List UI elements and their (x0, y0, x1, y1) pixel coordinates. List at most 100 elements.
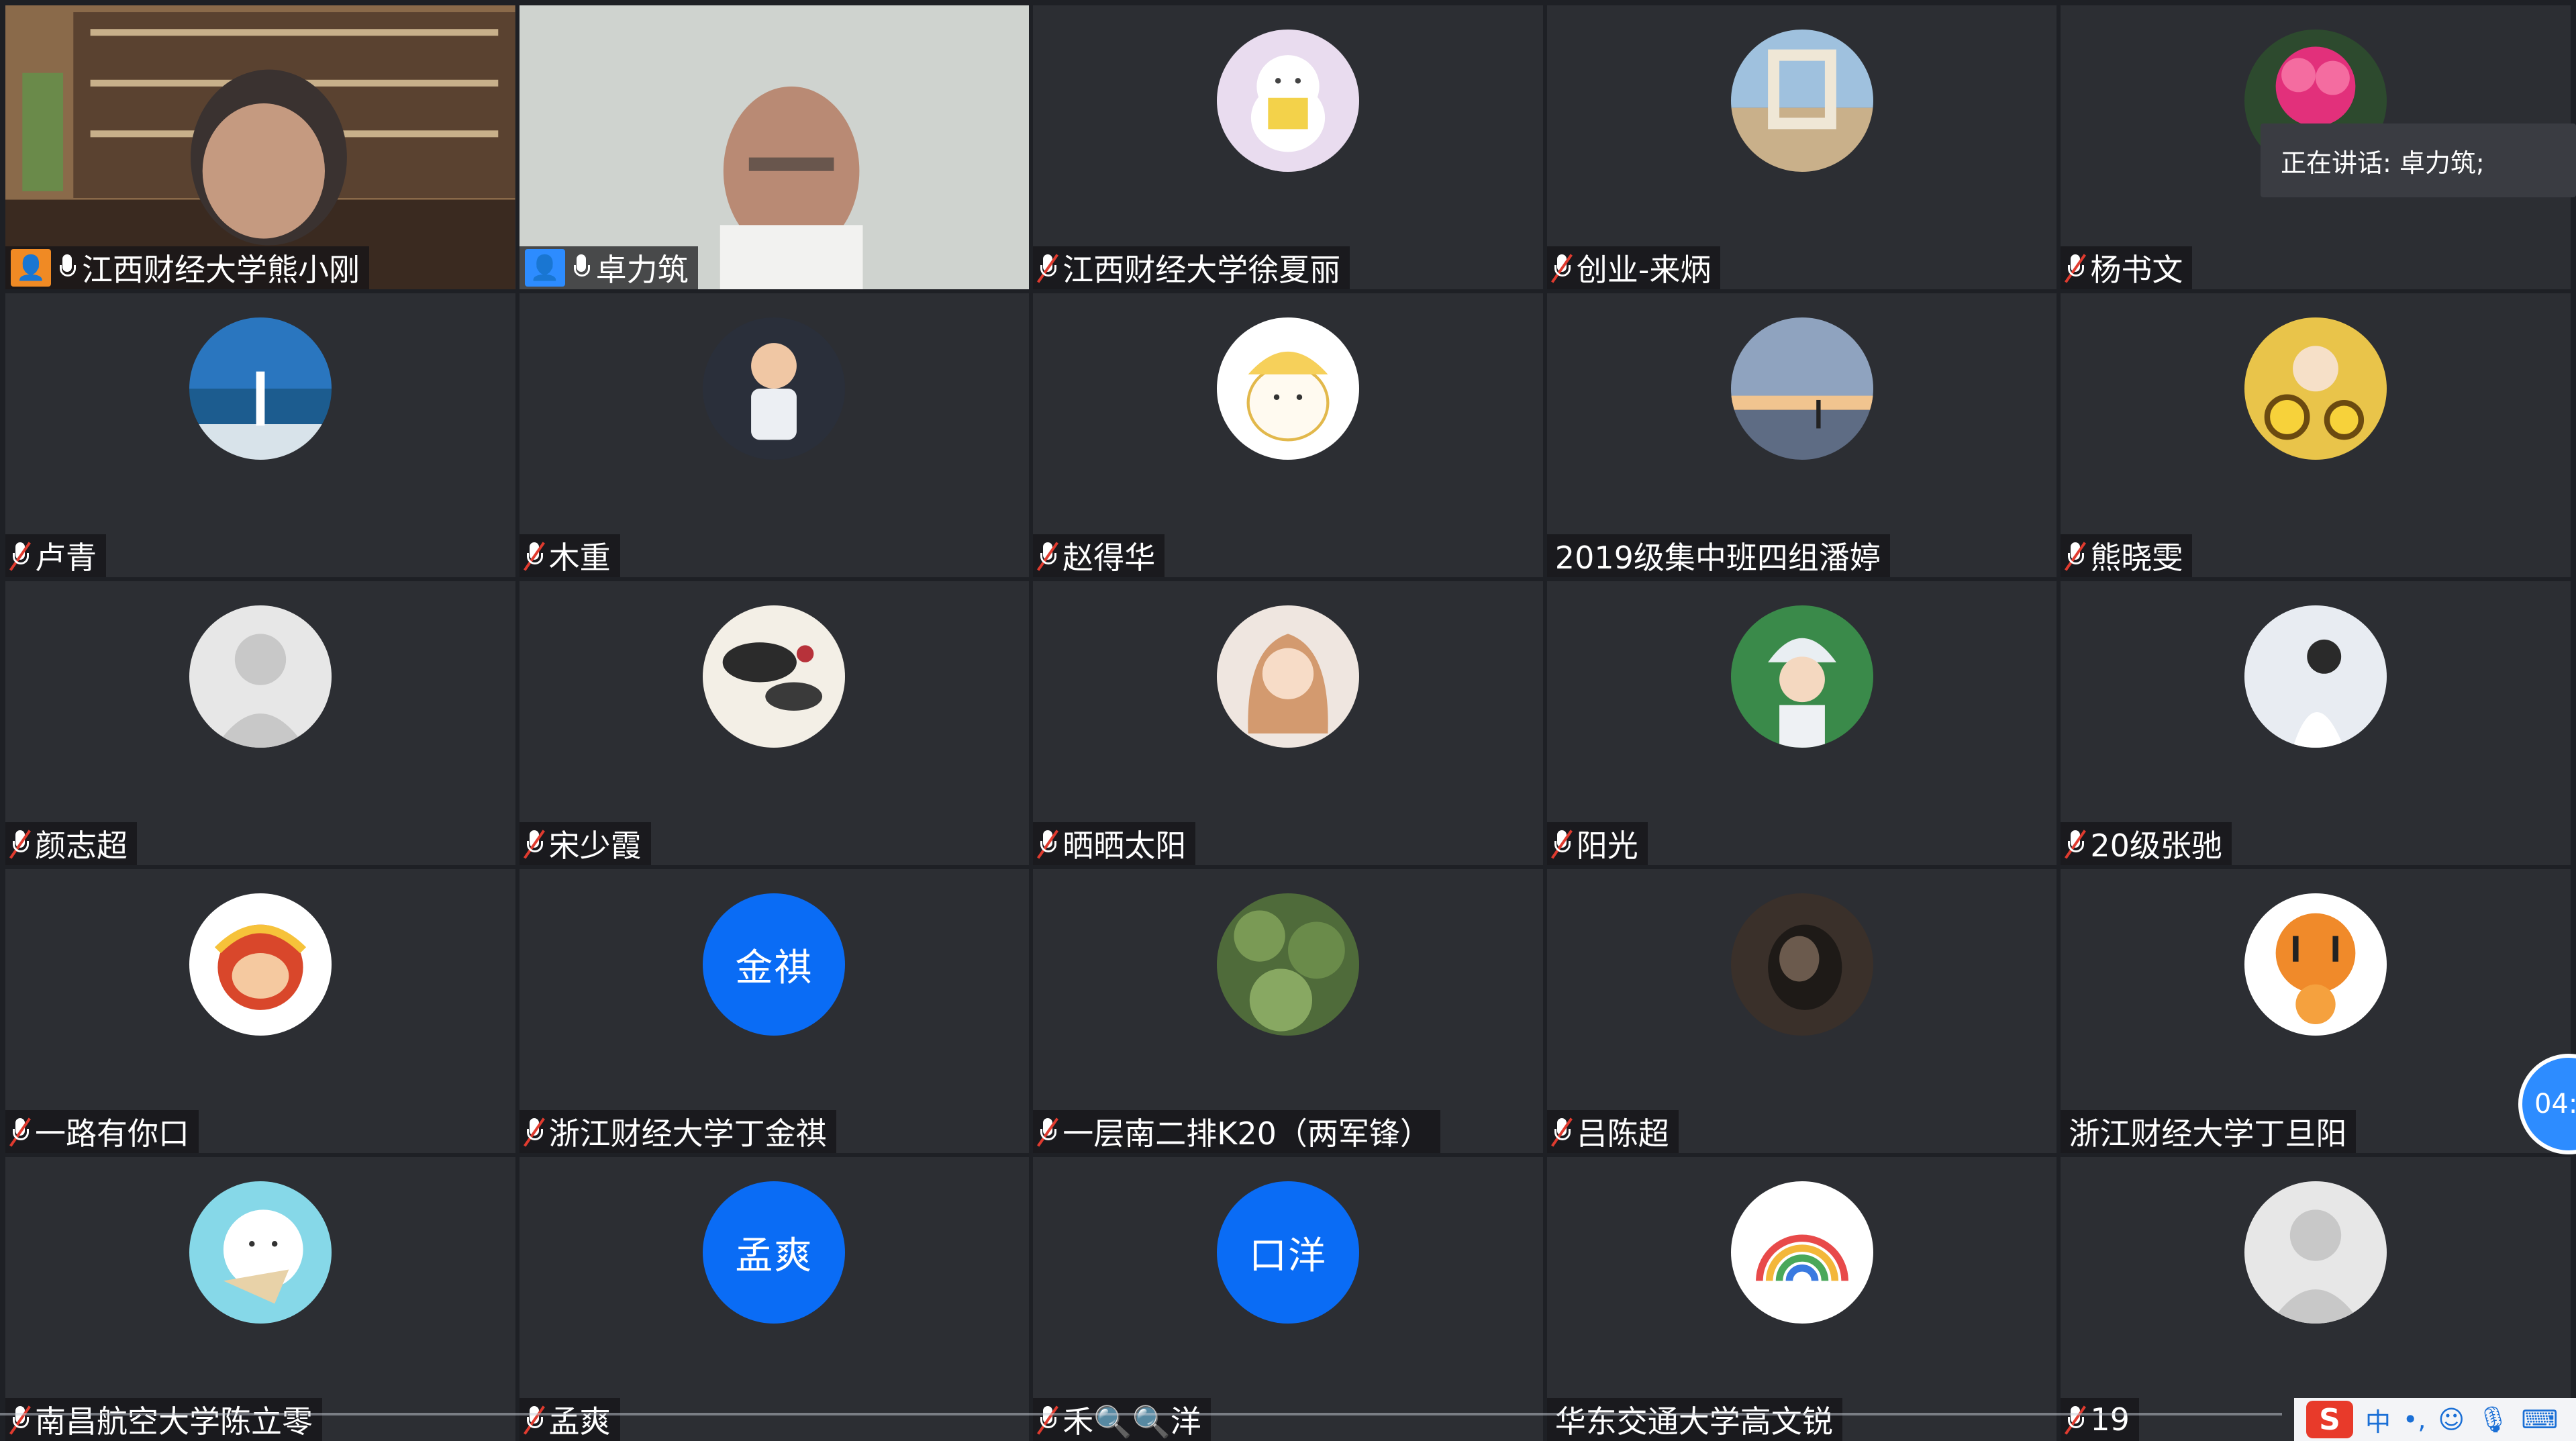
timer-text: 04:0 (2534, 1089, 2576, 1120)
participant-name: 江西财经大学熊小刚 (82, 252, 360, 288)
participant-name: 卓力筑 (595, 252, 689, 288)
participant-nameplate: 禾🔍🔍洋 (1033, 1398, 1211, 1441)
participant-name: 颜志超 (35, 828, 128, 864)
avatar-text: 孟爽 (735, 1234, 813, 1278)
monkey-king-avatar (189, 893, 332, 1036)
ime-language[interactable]: 中 (2365, 1401, 2391, 1438)
mic-muted-icon (9, 541, 31, 571)
participant-tile[interactable]: 20级张驰 (2061, 581, 2571, 865)
participant-nameplate: 一路有你口 (5, 1110, 199, 1153)
photo-white-dress-avatar (2244, 605, 2387, 748)
participant-name: 南昌航空大学陈立零 (35, 1403, 313, 1440)
cartoon-cat-book-avatar (1216, 30, 1359, 172)
participant-nameplate: 孟爽 (519, 1398, 620, 1441)
mic-muted-icon (1550, 253, 1573, 283)
mic-muted-icon (2065, 1405, 2087, 1435)
participant-name: 熊晓雯 (2090, 540, 2183, 576)
participant-tile[interactable]: 孟爽 孟爽 (519, 1157, 1030, 1441)
participant-name: 一路有你口 (35, 1115, 189, 1152)
default-person-avatar (2244, 1181, 2387, 1324)
participant-tile[interactable]: 赵得华 (1033, 293, 1543, 577)
participant-nameplate: 颜志超 (5, 822, 137, 865)
voice-icon[interactable]: 🎙 (2477, 1405, 2509, 1435)
cartoon-tiger-avatar (2244, 893, 2387, 1036)
participant-tile[interactable]: 口洋禾🔍🔍洋 (1033, 1157, 1543, 1441)
participant-tile[interactable]: 木重 (519, 293, 1030, 577)
photo-sunset-avatar (1730, 317, 1873, 460)
rainbow-drawing-avatar (1730, 1181, 1873, 1324)
participant-nameplate: 19 (2061, 1398, 2139, 1441)
participant-nameplate: 江西财经大学徐夏丽 (1033, 246, 1350, 289)
participant-tile[interactable]: 宋少霞 (519, 581, 1030, 865)
participant-nameplate: 晒晒太阳 (1033, 822, 1196, 865)
mic-muted-icon (1037, 541, 1059, 571)
participant-nameplate: 阳光 (1546, 822, 1648, 865)
participant-tile[interactable]: 一路有你口 (5, 869, 515, 1153)
participant-tile[interactable]: 熊晓雯 (2061, 293, 2571, 577)
text-avatar: 孟爽 (703, 1181, 846, 1324)
punctuation-icon[interactable]: •, (2403, 1405, 2426, 1434)
participant-tile[interactable]: 吕陈超 (1546, 869, 2057, 1153)
participant-tile[interactable]: 江西财经大学徐夏丽 (1033, 5, 1543, 289)
host-person-icon: 👤 (11, 249, 51, 287)
participant-tile[interactable]: 金祺 浙江财经大学丁金祺 (519, 869, 1030, 1153)
participant-nameplate: 2019级集中班四组潘婷 (1546, 534, 1890, 577)
participant-tile[interactable]: 👤 江西财经大学熊小刚 (5, 5, 515, 289)
scroll-indicator (0, 1413, 2282, 1415)
participant-name: 晒晒太阳 (1062, 828, 1187, 864)
participant-tile[interactable]: 阳光 (1546, 581, 2057, 865)
cartoon-bird-avatar (189, 1181, 332, 1324)
participant-tile[interactable]: 一层南二排K20（两军锋） (1033, 869, 1543, 1153)
mic-muted-icon (2065, 829, 2087, 859)
participant-tile[interactable]: 晒晒太阳 (1033, 581, 1543, 865)
mic-muted-icon (9, 1117, 31, 1147)
participant-nameplate: 南昌航空大学陈立零 (5, 1398, 322, 1441)
mic-muted-icon (9, 1405, 31, 1435)
participant-nameplate: 👤 江西财经大学熊小刚 (5, 246, 369, 289)
anime-girl-avatar (1216, 605, 1359, 748)
participant-name: 禾🔍🔍洋 (1062, 1403, 1201, 1440)
participant-name: 卢青 (35, 540, 97, 576)
participant-nameplate: 一层南二排K20（两军锋） (1033, 1110, 1440, 1153)
participant-tile[interactable]: 创业-来炳 (1546, 5, 2057, 289)
mic-muted-icon (1037, 829, 1059, 859)
participant-name: 杨书文 (2090, 252, 2183, 288)
cartoon-cat-hat-avatar (1216, 317, 1359, 460)
sogou-logo-icon[interactable]: S (2306, 1401, 2353, 1438)
photo-beach-avatar (189, 317, 332, 460)
mic-muted-icon (1550, 1117, 1573, 1147)
speaking-label: 正在讲话: 卓力筑; (2281, 148, 2485, 178)
participant-nameplate: 宋少霞 (519, 822, 651, 865)
photo-gate-avatar (1730, 30, 1873, 172)
mic-on-icon (572, 253, 591, 283)
speaking-indicator: 正在讲话: 卓力筑; (2261, 123, 2576, 197)
photo-plant-avatar (1216, 893, 1359, 1036)
ink-painting-avatar (703, 605, 846, 748)
participant-name: 20级张驰 (2090, 828, 2222, 864)
participant-name: 19 (2090, 1401, 2130, 1438)
ime-toolbar[interactable]: S 中 •, ☺ 🎙 ⌨ (2294, 1398, 2576, 1441)
participant-name: 阳光 (1576, 828, 1638, 864)
participant-name: 木重 (548, 540, 611, 576)
avatar-text: 口洋 (1248, 1234, 1327, 1278)
mic-on-icon (58, 253, 77, 283)
emoji-icon[interactable]: ☺ (2438, 1405, 2465, 1434)
participant-name: 2019级集中班四组潘婷 (1554, 540, 1881, 576)
keyboard-icon[interactable]: ⌨ (2521, 1405, 2558, 1434)
mic-muted-icon (523, 541, 545, 571)
participant-nameplate: 20级张驰 (2061, 822, 2232, 865)
participant-tile[interactable]: 颜志超 (5, 581, 515, 865)
participant-tile[interactable]: 浙江财经大学丁旦阳 (2061, 869, 2571, 1153)
mic-muted-icon (1037, 1117, 1059, 1147)
participant-tile[interactable]: 南昌航空大学陈立零 (5, 1157, 515, 1441)
mic-muted-icon (9, 829, 31, 859)
participant-nameplate: 创业-来炳 (1546, 246, 1721, 289)
participant-tile[interactable]: 👤 卓力筑 (519, 5, 1030, 289)
participant-tile[interactable]: 2019级集中班四组潘婷 (1546, 293, 2057, 577)
participant-tile[interactable]: 华东交通大学高文锐 (1546, 1157, 2057, 1441)
photo-sunflower-avatar (2244, 317, 2387, 460)
participant-tile[interactable]: 卢青 (5, 293, 515, 577)
text-avatar: 金祺 (703, 893, 846, 1036)
participant-nameplate: 吕陈超 (1546, 1110, 1679, 1153)
mic-muted-icon (2065, 541, 2087, 571)
